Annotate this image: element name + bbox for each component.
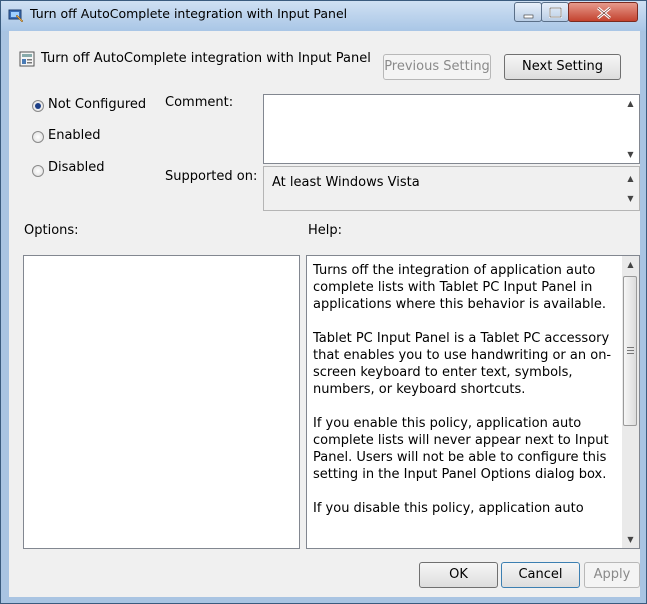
- scroll-up-icon[interactable]: ▲: [622, 170, 639, 187]
- help-text: Turns off the integration of application…: [313, 262, 623, 534]
- supported-on-label: Supported on:: [165, 169, 258, 184]
- comment-scrollbar[interactable]: ▲ ▼: [622, 95, 639, 163]
- not-configured-radio[interactable]: [32, 100, 44, 112]
- disabled-radio[interactable]: [32, 165, 44, 177]
- disabled-label[interactable]: Disabled: [48, 160, 104, 175]
- comment-label: Comment:: [165, 95, 234, 110]
- dialog-client-area: Turn off AutoComplete integration with I…: [9, 31, 640, 597]
- radio-selected-dot: [35, 103, 41, 109]
- maximize-icon: [549, 7, 562, 18]
- options-label: Options:: [24, 223, 79, 238]
- cancel-button[interactable]: Cancel: [501, 562, 580, 588]
- scroll-up-icon[interactable]: ▲: [622, 256, 639, 273]
- help-pane[interactable]: Turns off the integration of application…: [306, 255, 640, 549]
- policy-setting-icon: [19, 51, 35, 67]
- help-paragraph: Turns off the integration of application…: [313, 263, 607, 312]
- setting-name: Turn off AutoComplete integration with I…: [41, 51, 371, 66]
- close-icon: [597, 6, 611, 20]
- tablet-pc-icon: [8, 9, 24, 23]
- scroll-down-icon[interactable]: ▼: [622, 146, 639, 163]
- help-paragraph: If you disable this policy, application …: [313, 501, 584, 516]
- help-paragraph: Tablet PC Input Panel is a Tablet PC acc…: [313, 331, 612, 397]
- comment-textarea[interactable]: ▲ ▼: [263, 94, 640, 164]
- previous-setting-button[interactable]: Previous Setting: [383, 54, 491, 80]
- help-paragraph: If you enable this policy, application a…: [313, 416, 609, 482]
- enabled-label[interactable]: Enabled: [48, 128, 101, 143]
- scroll-down-icon[interactable]: ▼: [622, 190, 639, 207]
- apply-button[interactable]: Apply: [584, 562, 640, 588]
- supported-scrollbar[interactable]: ▲ ▼: [622, 167, 639, 210]
- supported-on-value: At least Windows Vista: [272, 175, 420, 190]
- next-setting-button[interactable]: Next Setting: [504, 54, 621, 80]
- minimize-button[interactable]: [514, 2, 542, 22]
- supported-on-field: At least Windows Vista ▲ ▼: [263, 166, 640, 211]
- window-title: Turn off AutoComplete integration with I…: [30, 6, 348, 21]
- help-label: Help:: [308, 223, 343, 238]
- title-bar[interactable]: Turn off AutoComplete integration with I…: [1, 1, 646, 31]
- dialog-window: Turn off AutoComplete integration with I…: [0, 0, 647, 604]
- scroll-thumb[interactable]: [623, 276, 637, 426]
- maximize-button[interactable]: [541, 2, 569, 22]
- scroll-down-icon[interactable]: ▼: [622, 531, 639, 548]
- options-pane: [23, 255, 300, 549]
- not-configured-label[interactable]: Not Configured: [48, 97, 146, 112]
- help-scrollbar[interactable]: ▲ ▼: [622, 256, 639, 548]
- ok-button[interactable]: OK: [419, 562, 498, 588]
- minimize-icon: [523, 14, 534, 19]
- close-button[interactable]: [568, 2, 638, 22]
- enabled-radio[interactable]: [32, 131, 44, 143]
- scroll-up-icon[interactable]: ▲: [622, 95, 639, 112]
